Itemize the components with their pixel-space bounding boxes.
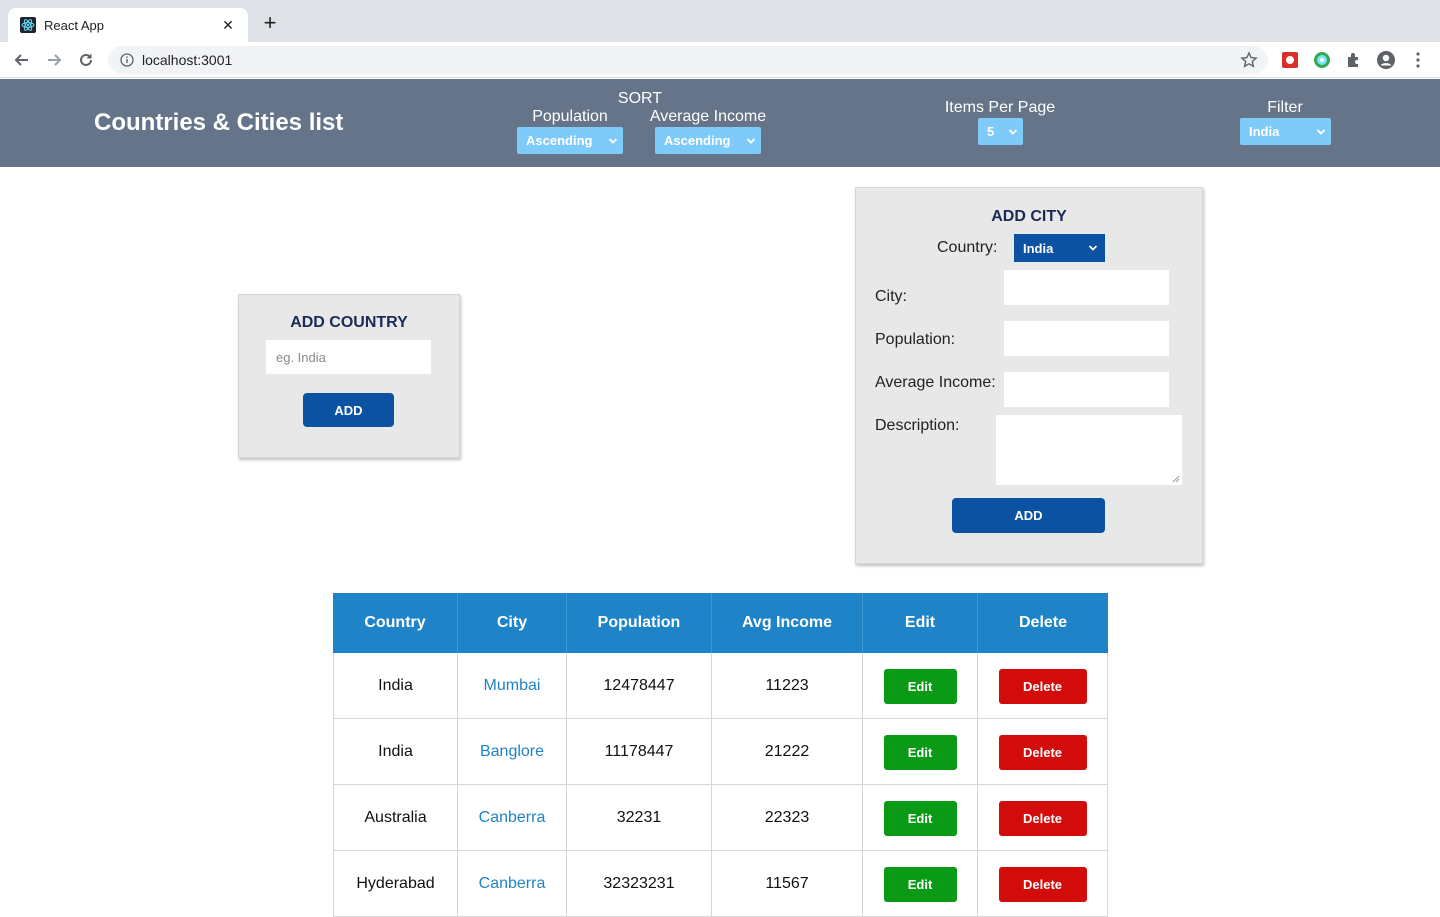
- cell-avg-income: 22323: [712, 785, 863, 851]
- table-row: India Mumbai 12478447 11223 Edit Delete: [333, 653, 1108, 719]
- cell-population: 32231: [567, 785, 712, 851]
- profile-avatar-icon[interactable]: [1376, 50, 1396, 70]
- close-tab-icon[interactable]: ✕: [220, 17, 236, 34]
- items-per-page-label: Items Per Page: [944, 99, 1056, 116]
- reload-icon[interactable]: [74, 48, 98, 72]
- page-title: Countries & Cities list: [94, 109, 344, 136]
- edit-button[interactable]: Edit: [883, 866, 957, 902]
- average-income-input[interactable]: [1004, 372, 1169, 407]
- new-tab-icon[interactable]: +: [258, 12, 282, 36]
- table-row: Australia Canberra 32231 22323 Edit Dele…: [333, 785, 1108, 851]
- city-link[interactable]: Canberra: [479, 875, 546, 893]
- back-icon[interactable]: [10, 48, 34, 72]
- delete-button[interactable]: Delete: [998, 668, 1087, 704]
- bookmark-star-icon[interactable]: [1240, 51, 1258, 69]
- country-name-input[interactable]: eg. India: [266, 340, 431, 374]
- forward-icon[interactable]: [42, 48, 66, 72]
- app-header: Countries & Cities list SORT Population …: [0, 79, 1440, 167]
- chevron-down-icon: [746, 137, 756, 144]
- city-input[interactable]: [1004, 270, 1169, 305]
- items-per-page-select[interactable]: 5: [978, 118, 1023, 145]
- city-link[interactable]: Banglore: [480, 743, 544, 761]
- column-header-edit: Edit: [863, 593, 978, 653]
- filter-label: Filter: [1267, 99, 1303, 116]
- delete-button[interactable]: Delete: [998, 800, 1087, 836]
- address-bar[interactable]: localhost:3001: [108, 46, 1268, 74]
- chevron-down-icon: [608, 137, 618, 144]
- chevron-down-icon: [1316, 128, 1326, 135]
- add-country-title: ADD COUNTRY: [290, 314, 408, 331]
- city-link[interactable]: Canberra: [479, 809, 546, 827]
- description-label: Description:: [875, 417, 960, 434]
- income-sort-label: Average Income: [649, 108, 767, 125]
- table-row: Hyderabad Canberra 32323231 11567 Edit D…: [333, 851, 1108, 917]
- extensions-puzzle-icon[interactable]: [1344, 50, 1364, 70]
- column-header-delete: Delete: [1018, 614, 1068, 631]
- add-city-title: ADD CITY: [991, 208, 1067, 225]
- cell-country: India: [333, 653, 458, 719]
- cell-population: 12478447: [567, 653, 712, 719]
- add-country-button[interactable]: ADD: [303, 393, 394, 427]
- browser-tabstrip: React App ✕ +: [0, 0, 1440, 42]
- city-link[interactable]: Mumbai: [484, 677, 541, 695]
- add-city-button[interactable]: ADD: [952, 498, 1105, 533]
- resize-handle-icon[interactable]: [1172, 475, 1180, 483]
- add-country-card: ADD COUNTRY eg. India ADD: [238, 294, 460, 458]
- column-header-avg-income: Avg Income: [712, 593, 863, 653]
- cell-avg-income: 11223: [712, 653, 863, 719]
- cell-population: 11178447: [567, 719, 712, 785]
- extension-red-icon[interactable]: [1280, 50, 1300, 70]
- cell-country: India: [333, 719, 458, 785]
- column-header-city: City: [458, 593, 567, 653]
- edit-button[interactable]: Edit: [883, 800, 957, 836]
- average-income-label: Average Income:: [875, 374, 996, 391]
- population-sort-select[interactable]: Ascending: [517, 127, 623, 154]
- table-header: Country City Population Avg Income Edit …: [333, 593, 1108, 653]
- delete-button[interactable]: Delete: [998, 866, 1087, 902]
- column-header-country: Country: [333, 593, 458, 653]
- tab-title: React App: [44, 17, 104, 33]
- description-textarea[interactable]: [996, 415, 1182, 485]
- browser-toolbar: localhost:3001: [0, 42, 1440, 78]
- url-text: localhost:3001: [142, 52, 233, 68]
- income-sort-select[interactable]: Ascending: [655, 127, 761, 154]
- city-label: City:: [875, 288, 907, 305]
- cell-country: Australia: [333, 785, 458, 851]
- population-sort-label: Population: [532, 108, 608, 125]
- cell-avg-income: 11567: [712, 851, 863, 917]
- extension-target-icon[interactable]: [1312, 50, 1332, 70]
- table-row: India Banglore 11178447 21222 Edit Delet…: [333, 719, 1108, 785]
- population-input[interactable]: [1004, 321, 1169, 356]
- filter-select[interactable]: India: [1240, 118, 1331, 145]
- browser-tab[interactable]: React App ✕: [8, 8, 248, 42]
- delete-button[interactable]: Delete: [998, 734, 1087, 770]
- population-label: Population:: [875, 331, 956, 348]
- cell-country: Hyderabad: [333, 851, 458, 917]
- edit-button[interactable]: Edit: [883, 668, 957, 704]
- country-select[interactable]: India: [1014, 234, 1105, 262]
- info-icon[interactable]: [120, 53, 134, 67]
- cell-population: 32323231: [567, 851, 712, 917]
- chevron-down-icon: [1088, 245, 1098, 251]
- sort-label: SORT: [617, 90, 663, 107]
- country-label: Country:: [937, 239, 998, 256]
- add-city-card: ADD CITY Country: India City: Population…: [855, 187, 1203, 564]
- column-header-population: Population: [567, 593, 712, 653]
- menu-kebab-icon[interactable]: [1408, 50, 1428, 70]
- react-icon: [20, 17, 36, 33]
- cell-avg-income: 21222: [712, 719, 863, 785]
- chevron-down-icon: [1008, 128, 1018, 135]
- edit-button[interactable]: Edit: [883, 734, 957, 770]
